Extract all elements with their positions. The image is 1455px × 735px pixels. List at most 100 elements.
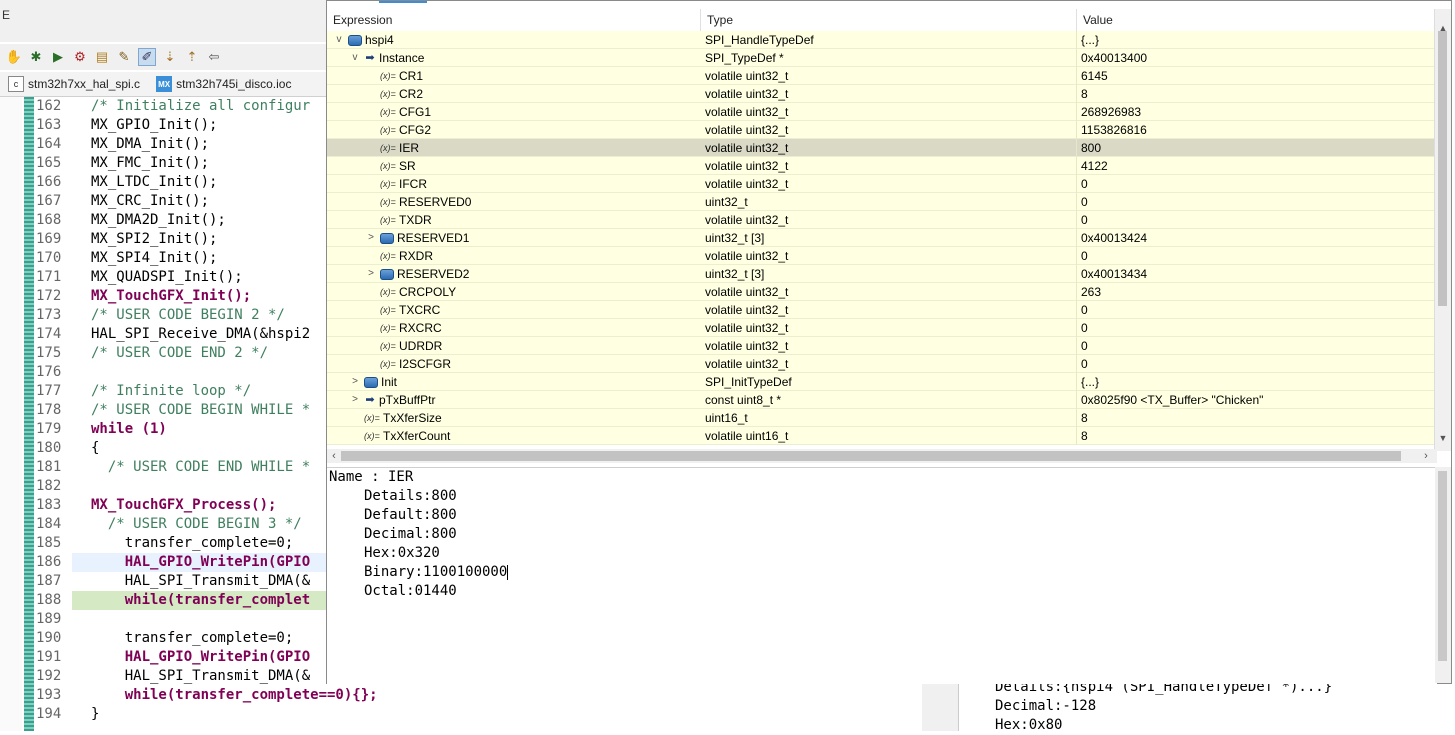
expression-row[interactable]: v ➡ Instance SPI_TypeDef * 0x40013400 bbox=[327, 49, 1435, 67]
expression-row[interactable]: (x)= RXDR volatile uint32_t 0 bbox=[327, 247, 1435, 265]
hand-icon[interactable]: ✋ bbox=[6, 49, 22, 65]
wand-icon[interactable]: ✎ bbox=[116, 49, 132, 65]
expression-name: SR bbox=[399, 159, 416, 173]
expression-value[interactable]: 0x8025f90 <TX_Buffer> "Chicken" bbox=[1077, 391, 1435, 409]
expression-value[interactable]: 1153826816 bbox=[1077, 121, 1435, 139]
expression-value[interactable]: {...} bbox=[1077, 31, 1435, 49]
expression-row[interactable]: (x)= CFG2 volatile uint32_t 1153826816 bbox=[327, 121, 1435, 139]
expression-type: volatile uint32_t bbox=[701, 283, 1077, 301]
expression-row[interactable]: (x)= TxXferSize uint16_t 8 bbox=[327, 409, 1435, 427]
expression-row[interactable]: > RESERVED2 uint32_t [3] 0x40013434 bbox=[327, 265, 1435, 283]
expression-value[interactable]: 0x40013424 bbox=[1077, 229, 1435, 247]
expand-chevron-icon[interactable]: > bbox=[365, 229, 377, 247]
column-expression[interactable]: Expression bbox=[327, 9, 701, 31]
step-down-icon[interactable]: ⇣ bbox=[162, 49, 178, 65]
expression-type: volatile uint32_t bbox=[701, 67, 1077, 85]
expression-value[interactable]: 268926983 bbox=[1077, 103, 1435, 121]
expression-cell: (x)= CR1 bbox=[365, 67, 423, 85]
tree-vertical-scrollbar[interactable]: ▲ ▼ bbox=[1434, 9, 1451, 451]
ide-menu-area: E bbox=[0, 0, 330, 42]
expand-chevron-icon[interactable]: > bbox=[365, 265, 377, 283]
step-up-icon[interactable]: ⇡ bbox=[184, 49, 200, 65]
expression-row[interactable]: (x)= CR1 volatile uint32_t 6145 bbox=[327, 67, 1435, 85]
expression-type: volatile uint32_t bbox=[701, 103, 1077, 121]
expression-row[interactable]: (x)= RXCRC volatile uint32_t 0 bbox=[327, 319, 1435, 337]
tab-hal-spi[interactable]: c stm32h7xx_hal_spi.c bbox=[0, 72, 148, 96]
expression-row[interactable]: (x)= UDRDR volatile uint32_t 0 bbox=[327, 337, 1435, 355]
expression-type: volatile uint32_t bbox=[701, 121, 1077, 139]
expression-name: CRCPOLY bbox=[399, 285, 457, 299]
scroll-down-icon[interactable]: ▼ bbox=[1435, 433, 1451, 445]
line-number: 162 bbox=[36, 98, 62, 114]
expression-row[interactable]: (x)= CFG1 volatile uint32_t 268926983 bbox=[327, 103, 1435, 121]
hscroll-thumb[interactable] bbox=[341, 451, 1401, 461]
line-number: 174 bbox=[36, 326, 62, 342]
expression-row[interactable]: (x)= IFCR volatile uint32_t 0 bbox=[327, 175, 1435, 193]
toggle-mark-icon[interactable]: ✐ bbox=[138, 48, 156, 66]
scroll-left-icon[interactable]: ‹ bbox=[327, 449, 341, 463]
scroll-right-icon[interactable]: › bbox=[1419, 449, 1433, 463]
expression-value[interactable]: 8 bbox=[1077, 427, 1435, 445]
expression-row[interactable]: (x)= I2SCFGR volatile uint32_t 0 bbox=[327, 355, 1435, 373]
code-text: /* USER CODE BEGIN 3 */ bbox=[91, 516, 302, 532]
variable-icon: (x)= bbox=[380, 287, 396, 297]
code-text: while(transfer_complet bbox=[91, 592, 311, 608]
expression-cell: (x)= CFG2 bbox=[365, 121, 431, 139]
expression-value[interactable]: 0 bbox=[1077, 355, 1435, 373]
expression-row[interactable]: (x)= IER volatile uint32_t 800 bbox=[327, 139, 1435, 157]
expression-value[interactable]: 0x40013434 bbox=[1077, 265, 1435, 283]
details-pane[interactable]: Name : IER Details:800 Default:800 Decim… bbox=[327, 467, 1437, 684]
expression-row[interactable]: (x)= CRCPOLY volatile uint32_t 263 bbox=[327, 283, 1435, 301]
scroll-thumb[interactable] bbox=[1438, 31, 1447, 306]
external-tools-icon[interactable]: ⚙ bbox=[72, 49, 88, 65]
code-text: /* Initialize all configur bbox=[91, 98, 311, 114]
expression-value[interactable]: 6145 bbox=[1077, 67, 1435, 85]
struct-icon bbox=[364, 376, 378, 388]
expression-value[interactable]: 0 bbox=[1077, 247, 1435, 265]
expression-row[interactable]: (x)= TXDR volatile uint32_t 0 bbox=[327, 211, 1435, 229]
run-icon[interactable]: ▶ bbox=[50, 49, 66, 65]
expression-value[interactable]: 0 bbox=[1077, 175, 1435, 193]
expression-value[interactable]: 263 bbox=[1077, 283, 1435, 301]
expression-value[interactable]: 8 bbox=[1077, 409, 1435, 427]
expression-row[interactable]: (x)= TXCRC volatile uint32_t 0 bbox=[327, 301, 1435, 319]
expression-cell: (x)= CFG1 bbox=[365, 103, 431, 121]
expression-cell: (x)= TXDR bbox=[365, 211, 432, 229]
column-value[interactable]: Value bbox=[1077, 9, 1435, 31]
expression-row[interactable]: (x)= CR2 volatile uint32_t 8 bbox=[327, 85, 1435, 103]
nav-back-icon[interactable]: ⇦ bbox=[206, 49, 222, 65]
expression-hover-popup: Expression Type Value v hspi4 SPI_HandleTy… bbox=[326, 0, 1452, 684]
expression-type: SPI_InitTypeDef bbox=[701, 373, 1077, 391]
expression-row[interactable]: > ➡ pTxBuffPtr const uint8_t * 0x8025f90 <TX… bbox=[327, 391, 1435, 409]
expression-row[interactable]: > RESERVED1 uint32_t [3] 0x40013424 bbox=[327, 229, 1435, 247]
expression-cell: (x)= TXCRC bbox=[365, 301, 440, 319]
expression-value[interactable]: 0 bbox=[1077, 301, 1435, 319]
expand-chevron-icon[interactable]: > bbox=[349, 373, 361, 391]
expression-row[interactable]: v hspi4 SPI_HandleTypeDef {...} bbox=[327, 31, 1435, 49]
column-type[interactable]: Type bbox=[701, 9, 1077, 31]
tab-ioc[interactable]: MX stm32h745i_disco.ioc bbox=[148, 72, 299, 96]
expression-value[interactable]: 0x40013400 bbox=[1077, 49, 1435, 67]
expression-value[interactable]: 800 bbox=[1077, 139, 1435, 157]
expand-chevron-icon[interactable]: > bbox=[349, 391, 361, 409]
expression-value[interactable]: 0 bbox=[1077, 319, 1435, 337]
expression-value[interactable]: {...} bbox=[1077, 373, 1435, 391]
debug-gear-icon[interactable]: ✱ bbox=[28, 49, 44, 65]
expression-type: volatile uint32_t bbox=[701, 337, 1077, 355]
expression-row[interactable]: (x)= SR volatile uint32_t 4122 bbox=[327, 157, 1435, 175]
details-scrollbar[interactable] bbox=[1435, 467, 1451, 683]
expression-value[interactable]: 0 bbox=[1077, 193, 1435, 211]
expression-row[interactable]: > Init SPI_InitTypeDef {...} bbox=[327, 373, 1435, 391]
tree-horizontal-scrollbar[interactable]: ‹ › bbox=[327, 449, 1437, 463]
expression-value[interactable]: 8 bbox=[1077, 85, 1435, 103]
details-scroll-thumb[interactable] bbox=[1438, 471, 1447, 661]
expression-cell: (x)= CR2 bbox=[365, 85, 423, 103]
folder-icon[interactable]: ▤ bbox=[94, 49, 110, 65]
expression-row[interactable]: (x)= RESERVED0 uint32_t 0 bbox=[327, 193, 1435, 211]
collapse-chevron-icon[interactable]: v bbox=[349, 49, 361, 67]
expression-value[interactable]: 0 bbox=[1077, 211, 1435, 229]
collapse-chevron-icon[interactable]: v bbox=[333, 31, 345, 49]
expression-value[interactable]: 0 bbox=[1077, 337, 1435, 355]
expression-value[interactable]: 4122 bbox=[1077, 157, 1435, 175]
expression-row[interactable]: (x)= TxXferCount volatile uint16_t 8 bbox=[327, 427, 1435, 445]
